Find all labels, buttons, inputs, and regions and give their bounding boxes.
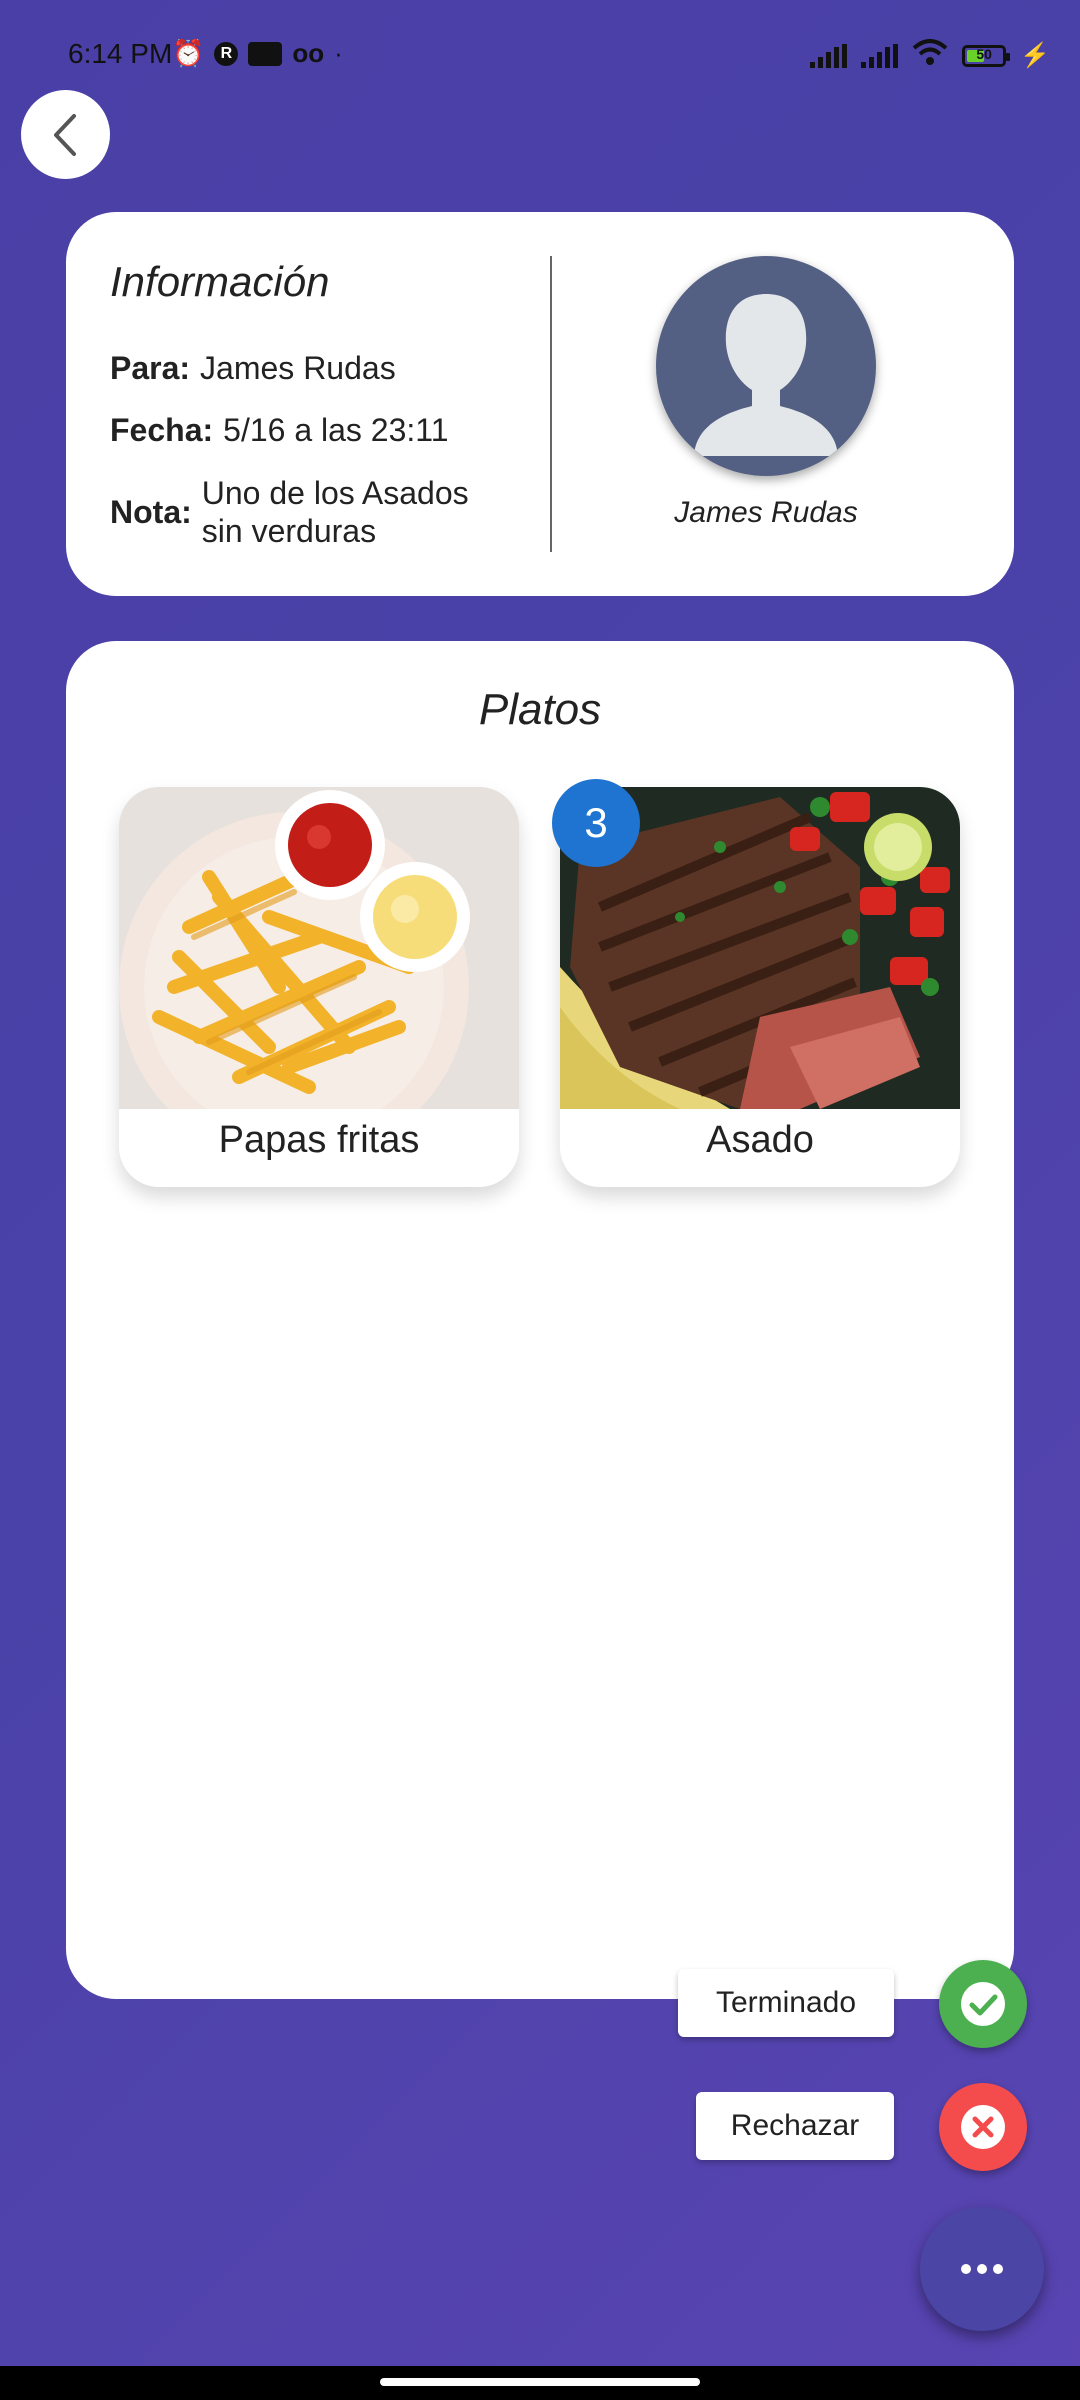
alarm-icon: ⏰ xyxy=(172,38,205,68)
more-actions-button[interactable] xyxy=(920,2207,1044,2331)
system-nav-bar xyxy=(0,2366,1080,2400)
signal-icon xyxy=(861,43,899,68)
dishes-title: Platos xyxy=(478,685,602,734)
nota-line-2: sin verduras xyxy=(201,513,377,549)
status-bar: 6:14 PM ⏰ R oo · 50 ⚡ xyxy=(0,0,1080,110)
messages-icon xyxy=(248,41,283,66)
nota-label: Nota: xyxy=(110,493,192,530)
close-circle-icon xyxy=(961,2105,1005,2149)
battery-percent: 50 xyxy=(976,45,992,62)
avatar-name: James Rudas xyxy=(674,496,858,529)
home-indicator[interactable] xyxy=(380,2378,700,2386)
battery-icon: 50 xyxy=(962,44,1011,67)
info-card: Información Para: James Rudas Fecha: 5/1… xyxy=(66,212,1014,596)
info-row-para: Para: James Rudas xyxy=(110,350,396,387)
info-divider xyxy=(550,256,552,552)
person-icon xyxy=(694,294,838,456)
info-row-fecha: Fecha: 5/16 a las 23:11 xyxy=(110,412,449,449)
check-icon xyxy=(961,1982,1005,2026)
wifi-icon xyxy=(912,38,948,73)
back-button[interactable] xyxy=(21,90,110,179)
rechazar-label[interactable]: Rechazar xyxy=(696,2092,894,2160)
voicemail-icon: oo xyxy=(292,38,325,68)
dish-name-asado: Asado xyxy=(706,1119,814,1161)
r-app-icon: R xyxy=(214,41,239,66)
dishes-card: Platos Papas fritas Asado 3 xyxy=(66,641,1014,1999)
fecha-value: 5/16 a las 23:11 xyxy=(223,412,449,448)
dish-name-papas-fritas: Papas fritas xyxy=(218,1119,420,1161)
info-title: Información xyxy=(110,258,330,305)
info-row-nota: Nota: Uno de los Asados sin verduras xyxy=(110,474,469,550)
notification-dot-icon: · xyxy=(334,38,343,68)
avatar xyxy=(656,256,876,476)
status-time: 6:14 PM xyxy=(68,38,173,69)
para-label: Para: xyxy=(110,350,191,386)
quantity-badge: 3 xyxy=(552,779,640,867)
fecha-label: Fecha: xyxy=(110,412,214,448)
charging-icon: ⚡ xyxy=(1020,42,1050,69)
nota-line-1: Uno de los Asados xyxy=(201,475,469,511)
signal-icon xyxy=(810,43,848,68)
dish-image-papas-fritas xyxy=(119,787,519,1162)
more-horizontal-icon xyxy=(961,2264,1003,2274)
dish-card-papas-fritas[interactable]: Papas fritas xyxy=(119,787,519,1187)
terminado-button[interactable] xyxy=(939,1960,1027,2048)
chevron-left-icon xyxy=(53,113,76,156)
para-value: James Rudas xyxy=(200,350,396,386)
rechazar-button[interactable] xyxy=(939,2083,1027,2171)
nota-value: Uno de los Asados sin verduras xyxy=(202,474,469,550)
terminado-label[interactable]: Terminado xyxy=(678,1969,894,2037)
